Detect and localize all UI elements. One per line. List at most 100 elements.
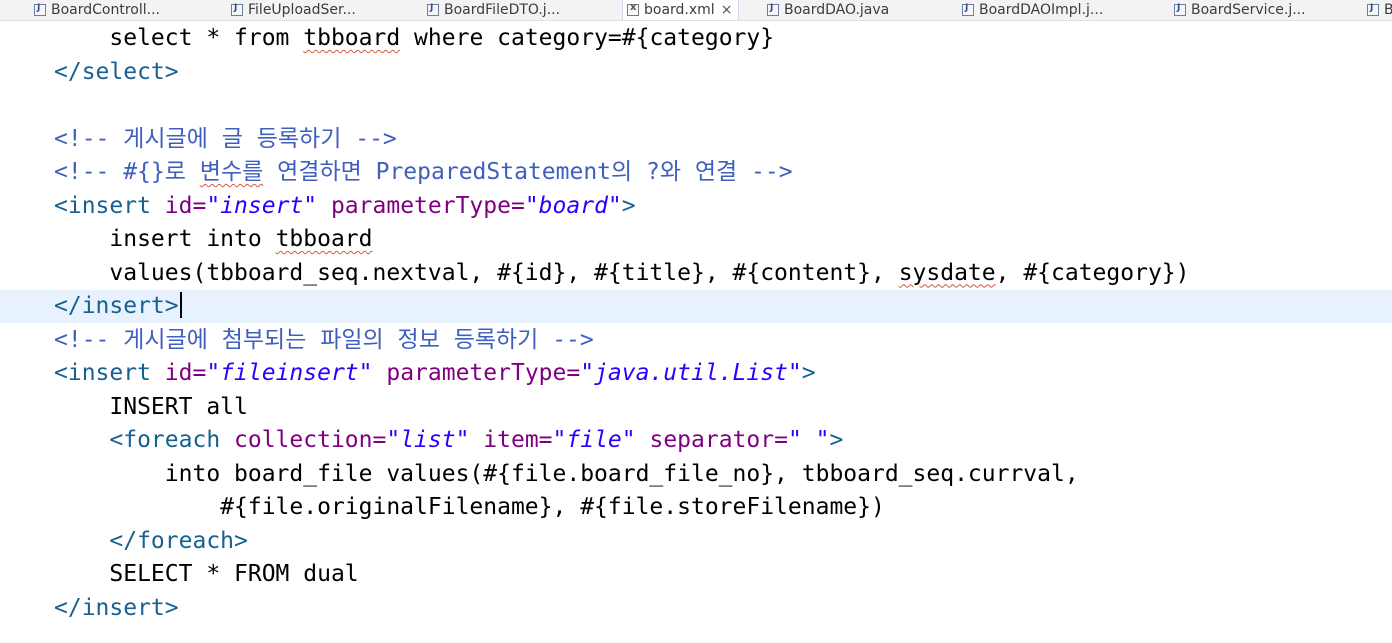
code-tag: > [829,427,844,453]
java-file-icon [1174,3,1186,16]
code-token: INSERT all [109,393,248,420]
tab-overflow[interactable]: B [1367,0,1392,20]
code-text: </foreach> [54,525,248,558]
tab-label: board.xml [644,2,715,18]
code-attribute: collection= [234,427,387,453]
tab-label: B [1384,2,1392,18]
code-line[interactable]: <insert id="fileinsert" parameterType="j… [0,357,1392,390]
code-text: <insert id="insert" parameterType="board… [54,190,636,223]
code-attribute-value: "fileinsert" [206,360,373,386]
code-token: tbboard [275,226,373,252]
code-text: <!-- 게시글에 글 등록하기 --> [54,123,397,156]
code-line[interactable]: </foreach> [0,525,1392,558]
code-attribute-value: "insert" [206,192,318,219]
code-attribute-value: "board" [524,192,622,219]
code-token: sysdate [898,259,996,286]
code-tag: </select> [54,58,179,85]
code-text: <insert id="fileinsert" parameterType="j… [54,357,816,390]
code-comment: 변수를 [199,159,264,185]
code-text: into board_file values(#{file.board_file… [54,458,1079,491]
code-line[interactable]: values(tbboard_seq.nextval, #{id}, #{tit… [0,257,1392,290]
close-icon[interactable]: × [721,2,733,18]
code-token: where category=#{category} [400,25,775,51]
code-text: values(tbboard_seq.nextval, #{id}, #{tit… [54,257,1190,290]
code-text: <!-- 게시글에 첨부되는 파일의 정보 등록하기 --> [54,324,594,357]
code-text: <!-- #{}로 변수를 연결하면 PreparedStatement의 ?와… [54,156,793,189]
code-token: , #{category}) [995,259,1190,286]
tab-boardservice[interactable]: BoardService.j... [1174,0,1306,20]
tab-board-xml[interactable]: board.xml × [622,0,740,20]
code-tag: <foreach [109,427,235,453]
code-tag: <insert [54,192,165,219]
code-line[interactable]: #{file.originalFilename}, #{file.storeFi… [0,491,1392,524]
java-file-icon [34,3,46,16]
code-text: </select> [54,56,179,89]
code-line[interactable]: <foreach collection="list" item="file" s… [0,424,1392,457]
code-attribute: parameterType= [317,192,525,219]
code-tag: </insert> [54,594,179,621]
code-line[interactable]: insert into tbboard [0,223,1392,256]
code-line[interactable]: </select> [0,56,1392,89]
code-attribute: id= [164,192,207,219]
code-attribute: item= [469,427,553,453]
code-attribute: parameterType= [372,360,581,386]
code-editor[interactable]: select * from tbboard where category=#{c… [0,22,1392,643]
code-text: INSERT all [54,391,248,424]
tab-label: BoardControll... [51,2,160,18]
code-line[interactable]: <!-- #{}로 변수를 연결하면 PreparedStatement의 ?와… [0,156,1392,189]
code-tag: </foreach> [109,527,248,554]
java-file-icon [231,3,243,16]
code-line[interactable]: select * from tbboard where category=#{c… [0,22,1392,55]
code-text: </insert> [54,592,179,625]
tab-fileuploadservice[interactable]: FileUploadSer... [231,0,356,20]
code-token: SELECT * FROM dual [109,561,359,587]
code-text: </insert> [54,290,182,323]
code-tag: </insert> [54,293,179,319]
code-attribute-value: " " [787,427,830,453]
code-comment: <!-- 게시글에 첨부되는 파일의 정보 등록하기 --> [54,326,594,353]
code-attribute-value: "file" [552,427,636,453]
code-comment: <!-- 게시글에 글 등록하기 --> [54,125,397,152]
code-attribute-value: "java.util.List" [580,360,802,386]
tab-label: FileUploadSer... [248,2,356,18]
code-line[interactable]: into board_file values(#{file.board_file… [0,458,1392,491]
code-text: select * from tbboard where category=#{c… [54,22,774,55]
java-file-icon [767,3,779,16]
tab-boarddaoimpl[interactable]: BoardDAOImpl.j... [962,0,1103,20]
code-line[interactable]: <!-- 게시글에 글 등록하기 --> [0,123,1392,156]
code-line[interactable] [0,89,1392,122]
code-token: into board_file values(#{file.board_file… [164,460,1079,487]
tab-boardcontroller[interactable]: BoardControll... [34,0,160,20]
code-token: #{file.originalFilename}, #{file.storeFi… [220,494,885,520]
code-token: select * from [109,25,304,51]
code-token: values(tbboard_seq.nextval, #{id}, #{tit… [109,259,899,286]
text-cursor [179,292,182,318]
code-token: insert into [109,226,276,252]
code-line[interactable]: </insert> [0,592,1392,625]
tab-label: BoardDAO.java [784,2,890,18]
java-file-icon [1367,3,1379,16]
code-text: #{file.originalFilename}, #{file.storeFi… [54,491,885,524]
code-line[interactable]: INSERT all [0,391,1392,424]
java-file-icon [427,3,439,16]
code-line[interactable]: <insert id="insert" parameterType="board… [0,190,1392,223]
code-attribute: separator= [635,427,788,453]
java-file-icon [962,3,974,16]
code-tag: <insert [54,360,165,386]
code-text: <foreach collection="list" item="file" s… [54,424,843,457]
tab-boardfiledto[interactable]: BoardFileDTO.j... [427,0,560,20]
current-code-line[interactable]: </insert> [0,290,1392,323]
editor-tab-bar: BoardControll... FileUploadSer... BoardF… [0,0,1392,21]
code-line[interactable]: <!-- 게시글에 첨부되는 파일의 정보 등록하기 --> [0,324,1392,357]
xml-file-icon [627,2,639,16]
tab-boarddao[interactable]: BoardDAO.java [767,0,889,20]
code-text: insert into tbboard [54,223,373,256]
code-line[interactable]: SELECT * FROM dual [0,558,1392,591]
code-attribute-value: "list" [386,427,470,453]
